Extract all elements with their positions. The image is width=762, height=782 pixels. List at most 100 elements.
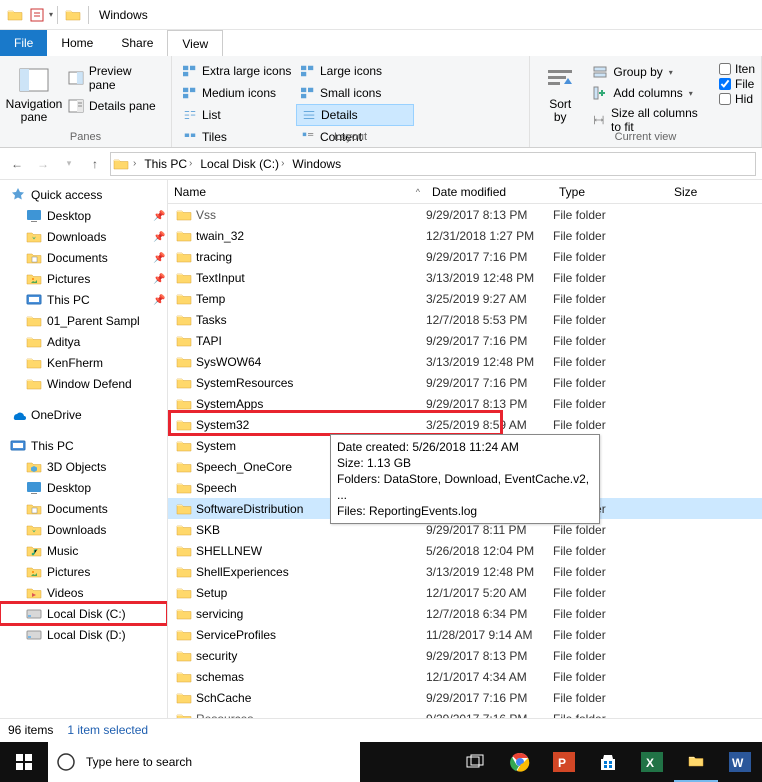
panes-label: Panes (6, 131, 165, 145)
tree-quick-4[interactable]: This PC📌 (0, 289, 167, 310)
file-row[interactable]: SystemApps9/29/2017 8:13 PMFile folder (168, 393, 762, 414)
tree-pc-1[interactable]: Desktop (0, 477, 167, 498)
file-row[interactable]: TAPI9/29/2017 7:16 PMFile folder (168, 330, 762, 351)
view-details[interactable]: Details (296, 104, 414, 126)
folder-icon (176, 480, 192, 496)
tree-quick-7[interactable]: KenFherm (0, 352, 167, 373)
pictures-icon (26, 271, 42, 287)
crumb-thispc[interactable]: This PC› (140, 153, 196, 175)
file-row[interactable]: Setup12/1/2017 5:20 AMFile folder (168, 582, 762, 603)
disk-icon (26, 627, 42, 643)
group-by-button[interactable]: Group by▾ (588, 62, 711, 82)
chk-file[interactable]: File (719, 77, 755, 91)
col-date[interactable]: Date modified (426, 185, 553, 199)
tree-quick-6[interactable]: Aditya (0, 331, 167, 352)
tree-onedrive[interactable]: OneDrive (0, 404, 167, 425)
crumb-c[interactable]: Local Disk (C:)› (196, 153, 288, 175)
qat-dropdown[interactable]: ▾ (49, 10, 53, 19)
tree-quick-3[interactable]: Pictures📌 (0, 268, 167, 289)
nav-tree[interactable]: Quick accessDesktop📌Downloads📌Documents📌… (0, 180, 168, 718)
tree-quick-0[interactable]: Desktop📌 (0, 205, 167, 226)
tree-pc-4[interactable]: Music (0, 540, 167, 561)
file-row[interactable]: Temp3/25/2019 9:27 AMFile folder (168, 288, 762, 309)
taskview-button[interactable] (454, 742, 498, 782)
tab-home[interactable]: Home (47, 30, 107, 56)
details-pane-button[interactable]: Details pane (64, 96, 165, 116)
file-row[interactable]: security9/29/2017 8:13 PMFile folder (168, 645, 762, 666)
file-row[interactable]: SysWOW643/13/2019 12:48 PMFile folder (168, 351, 762, 372)
folder-icon (176, 585, 192, 601)
address-bar[interactable]: › This PC› Local Disk (C:)› Windows (110, 152, 756, 176)
recent-dropdown[interactable]: ▾ (58, 153, 80, 175)
pin-icon: 📌 (153, 232, 163, 242)
file-row[interactable]: ShellExperiences3/13/2019 12:48 PMFile f… (168, 561, 762, 582)
file-row[interactable]: Resources9/29/2017 7:16 PMFile folder (168, 708, 762, 718)
start-button[interactable] (0, 742, 48, 782)
col-size[interactable]: Size (668, 185, 762, 199)
file-row[interactable]: SystemResources9/29/2017 7:16 PMFile fol… (168, 372, 762, 393)
file-row[interactable]: servicing12/7/2018 6:34 PMFile folder (168, 603, 762, 624)
folder-icon (176, 312, 192, 328)
up-button[interactable]: ↑ (84, 153, 106, 175)
tree-pc-8[interactable]: Local Disk (D:) (0, 624, 167, 645)
pin-icon: 📌 (153, 274, 163, 284)
tree-quick-access[interactable]: Quick access (0, 184, 167, 205)
file-row[interactable]: schemas12/1/2017 4:34 AMFile folder (168, 666, 762, 687)
chrome-button[interactable] (498, 742, 542, 782)
excel-button[interactable]: X (630, 742, 674, 782)
col-name[interactable]: Name^ (168, 185, 426, 199)
folder-icon (176, 417, 192, 433)
tree-thispc[interactable]: This PC (0, 435, 167, 456)
navigation-pane-button[interactable]: Navigation pane (6, 60, 62, 128)
chk-item[interactable]: Iten (719, 62, 755, 76)
explorer-button[interactable] (674, 742, 718, 782)
tree-pc-2[interactable]: Documents (0, 498, 167, 519)
word-button[interactable]: W (718, 742, 762, 782)
tree-quick-5[interactable]: 01_Parent Sampl (0, 310, 167, 331)
props-icon[interactable] (29, 7, 45, 23)
view-list[interactable]: List (178, 104, 296, 126)
file-row[interactable]: System323/25/2019 8:59 AMFile folder (168, 414, 762, 435)
file-row[interactable]: Tasks12/7/2018 5:53 PMFile folder (168, 309, 762, 330)
tree-pc-5[interactable]: Pictures (0, 561, 167, 582)
tree-quick-1[interactable]: Downloads📌 (0, 226, 167, 247)
folder-icon (176, 354, 192, 370)
folder-icon (26, 313, 42, 329)
file-list[interactable]: Vss9/29/2017 8:13 PMFile foldertwain_321… (168, 204, 762, 718)
tree-pc-3[interactable]: Downloads (0, 519, 167, 540)
file-row[interactable]: tracing9/29/2017 7:16 PMFile folder (168, 246, 762, 267)
file-row[interactable]: SHELLNEW5/26/2018 12:04 PMFile folder (168, 540, 762, 561)
powerpoint-button[interactable]: P (542, 742, 586, 782)
tree-quick-2[interactable]: Documents📌 (0, 247, 167, 268)
view-extra-large[interactable]: Extra large icons (178, 60, 296, 82)
tree-quick-8[interactable]: Window Defend (0, 373, 167, 394)
tab-share[interactable]: Share (107, 30, 167, 56)
tab-view[interactable]: View (167, 30, 223, 56)
view-medium[interactable]: Medium icons (178, 82, 296, 104)
file-row[interactable]: twain_3212/31/2018 1:27 PMFile folder (168, 225, 762, 246)
taskbar-search[interactable]: Type here to search (48, 742, 360, 782)
crumb-root[interactable]: › (129, 153, 140, 175)
view-large[interactable]: Large icons (296, 60, 414, 82)
folder-icon (176, 669, 192, 685)
sort-by-button[interactable]: Sort by (536, 60, 584, 128)
file-row[interactable]: Vss9/29/2017 8:13 PMFile folder (168, 204, 762, 225)
file-row[interactable]: SchCache9/29/2017 7:16 PMFile folder (168, 687, 762, 708)
add-columns-button[interactable]: Add columns▾ (588, 83, 711, 103)
view-small[interactable]: Small icons (296, 82, 414, 104)
col-type[interactable]: Type (553, 185, 668, 199)
chk-hidden[interactable]: Hid (719, 92, 755, 106)
crumb-windows[interactable]: Windows (288, 153, 345, 175)
preview-pane-button[interactable]: Preview pane (64, 62, 165, 94)
store-button[interactable] (586, 742, 630, 782)
downloads-icon (26, 229, 42, 245)
forward-button[interactable]: → (32, 153, 54, 175)
tab-file[interactable]: File (0, 30, 47, 56)
tree-pc-6[interactable]: Videos (0, 582, 167, 603)
tree-pc-7[interactable]: Local Disk (C:) (0, 603, 167, 624)
file-row[interactable]: TextInput3/13/2019 12:48 PMFile folder (168, 267, 762, 288)
file-row[interactable]: ServiceProfiles11/28/2017 9:14 AMFile fo… (168, 624, 762, 645)
thispc-icon (10, 438, 26, 454)
tree-pc-0[interactable]: 3D Objects (0, 456, 167, 477)
back-button[interactable]: ← (6, 153, 28, 175)
